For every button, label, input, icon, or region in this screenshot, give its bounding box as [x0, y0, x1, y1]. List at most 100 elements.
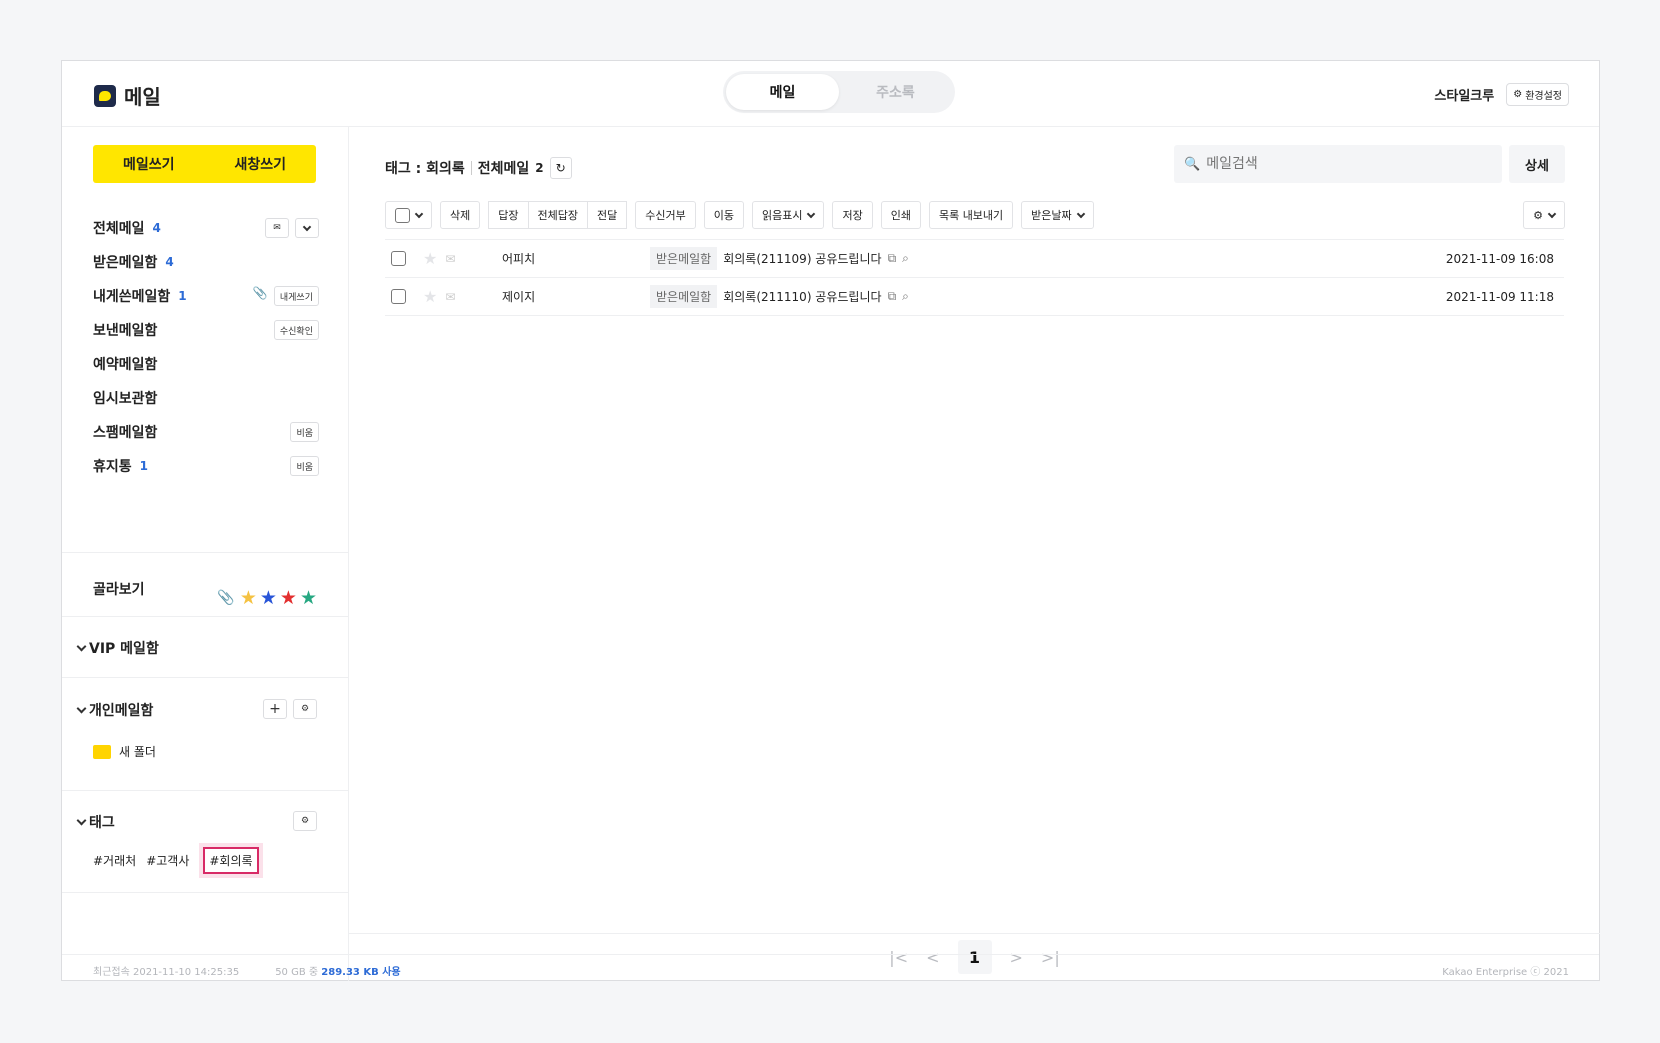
green-star-icon[interactable]: ★ — [300, 587, 317, 609]
breadcrumb-tag: 태그 : 회의록 — [385, 161, 465, 177]
folder-inbox[interactable]: 받은메일함 4 — [93, 245, 319, 279]
new-window-write-button[interactable]: 새창쓰기 — [205, 145, 317, 183]
mail-list: ★ ✉ 어피치 받은메일함 회의록(211109) 공유드립니다 ⧉ ⌕ 202… — [385, 239, 1564, 316]
folder-count: 1 — [178, 289, 187, 303]
vip-section-toggle[interactable]: VIP 메일함 — [76, 638, 159, 658]
yellow-star-icon[interactable]: ★ — [240, 587, 257, 609]
block-sender-button[interactable]: 수신거부 — [635, 201, 696, 229]
mail-row[interactable]: ★ ✉ 어피치 받은메일함 회의록(211109) 공유드립니다 ⧉ ⌕ 202… — [385, 240, 1564, 278]
folder-scheduled[interactable]: 예약메일함 — [93, 347, 319, 381]
search-icon[interactable]: ⌕ — [902, 289, 909, 304]
storage-used: 289.33 KB 사용 — [321, 967, 401, 978]
chevron-down-icon — [76, 641, 87, 651]
print-button[interactable]: 인쇄 — [880, 201, 921, 229]
move-button[interactable]: 이동 — [703, 201, 744, 229]
search-icon[interactable]: ⌕ — [902, 251, 909, 266]
detail-search-button[interactable]: 상세 — [1509, 145, 1565, 183]
last-login: 최근접속 2021-11-10 14:25:35 — [93, 967, 240, 978]
star-icon[interactable]: ★ — [423, 249, 437, 268]
mail-subject[interactable]: 회의록(211110) 공유드립니다 — [723, 288, 881, 305]
divider — [62, 677, 348, 678]
folder-label: 받은메일함 — [93, 255, 158, 271]
forward-button[interactable]: 전달 — [587, 201, 628, 229]
app-logo[interactable]: 메일 — [94, 81, 161, 110]
mail-date: 2021-11-09 16:08 — [1445, 251, 1554, 266]
compose-buttons: 메일쓰기 새창쓰기 — [93, 145, 316, 183]
blue-star-icon[interactable]: ★ — [260, 587, 277, 609]
folder-sent[interactable]: 보낸메일함 수신확인 — [93, 313, 319, 347]
personal-folder-item[interactable]: 새 폴더 — [93, 743, 156, 760]
folder-trash[interactable]: 휴지통 1 비움 — [93, 449, 319, 483]
tab-address-book[interactable]: 주소록 — [839, 74, 952, 110]
add-folder-button[interactable]: + — [263, 699, 287, 719]
gear-icon[interactable]: ⚙ — [293, 699, 317, 719]
reply-all-button[interactable]: 전체답장 — [528, 201, 588, 229]
refresh-icon[interactable]: ↻ — [549, 157, 572, 179]
tag-item[interactable]: #거래처 — [93, 852, 136, 869]
paperclip-icon[interactable]: 📎 — [253, 286, 268, 306]
folder-all-mail[interactable]: 전체메일 4 ✉ — [93, 211, 319, 245]
app-title: 메일 — [124, 85, 161, 109]
copy-icon[interactable]: ⧉ — [888, 251, 897, 266]
mail-toolbar: 삭제 답장 전체답장 전달 수신거부 이동 읽음표시 저장 인쇄 목록 내보내기… — [385, 201, 1094, 229]
select-all-dropdown[interactable] — [385, 201, 432, 229]
envelope-open-icon[interactable]: ✉ — [445, 252, 455, 266]
mail-date: 2021-11-09 11:18 — [1445, 289, 1554, 304]
divider — [62, 790, 348, 791]
chevron-down-icon — [414, 209, 424, 218]
breadcrumb-all: 전체메일 — [477, 161, 530, 177]
divider — [62, 552, 348, 553]
mark-read-dropdown[interactable]: 읽음표시 — [751, 201, 825, 229]
folder-count: 4 — [152, 221, 161, 235]
folder-label: 전체메일 — [93, 221, 145, 237]
empty-spam-button[interactable]: 비움 — [290, 422, 319, 442]
tag-section-toggle[interactable]: 태그 — [76, 812, 115, 832]
folder-drafts[interactable]: 임시보관함 — [93, 381, 319, 415]
folder-icon — [93, 744, 111, 759]
tag-item-selected[interactable]: #회의록 — [199, 843, 263, 878]
personal-section-title: 개인메일함 — [89, 703, 154, 719]
paperclip-icon[interactable]: 📎 — [217, 590, 234, 606]
folder-to-me[interactable]: 내게쓴메일함 1 📎 내게쓰기 — [93, 279, 319, 313]
select-all-checkbox[interactable] — [395, 207, 410, 223]
filter-title[interactable]: 골라보기 — [93, 579, 145, 599]
star-icon[interactable]: ★ — [423, 287, 437, 306]
tag-item[interactable]: #고객사 — [146, 852, 189, 869]
copy-icon[interactable]: ⧉ — [888, 289, 897, 304]
red-star-icon[interactable]: ★ — [280, 587, 297, 609]
folder-count: 4 — [165, 255, 174, 269]
user-name[interactable]: 스타일크루 — [1434, 85, 1494, 104]
write-mail-button[interactable]: 메일쓰기 — [93, 145, 205, 183]
read-receipt-button[interactable]: 수신확인 — [273, 320, 319, 340]
chevron-down-icon — [1076, 209, 1085, 218]
delete-button[interactable]: 삭제 — [440, 201, 481, 229]
mail-subject[interactable]: 회의록(211109) 공유드립니다 — [723, 250, 881, 267]
mail-checkbox[interactable] — [391, 251, 406, 266]
envelope-icon[interactable]: ✉ — [265, 218, 289, 238]
mail-sender[interactable]: 어피치 — [502, 250, 535, 267]
settings-button[interactable]: ⚙ 환경설정 — [1506, 83, 1569, 106]
write-to-me-button[interactable]: 내게쓰기 — [273, 286, 319, 306]
mail-row[interactable]: ★ ✉ 제이지 받은메일함 회의록(211110) 공유드립니다 ⧉ ⌕ 202… — [385, 278, 1564, 316]
empty-trash-button[interactable]: 비움 — [290, 456, 319, 476]
mail-checkbox[interactable] — [391, 289, 406, 304]
chevron-down-icon[interactable] — [295, 218, 319, 238]
mail-sender[interactable]: 제이지 — [502, 288, 535, 305]
personal-section-toggle[interactable]: 개인메일함 — [76, 700, 154, 720]
list-settings-dropdown[interactable]: ⚙ — [1523, 201, 1565, 229]
folder-label: 내게쓴메일함 — [93, 289, 171, 305]
storage-quota: 50 GB 중 — [275, 967, 319, 978]
filter-stars: 📎 ★ ★ ★ ★ — [217, 587, 317, 609]
gear-icon[interactable]: ⚙ — [293, 811, 317, 831]
sort-dropdown[interactable]: 받은날짜 — [1021, 201, 1094, 229]
tab-mail[interactable]: 메일 — [726, 74, 839, 110]
search-input[interactable] — [1206, 156, 1487, 172]
envelope-open-icon[interactable]: ✉ — [445, 290, 455, 304]
save-button[interactable]: 저장 — [832, 201, 873, 229]
chevron-down-icon — [76, 703, 87, 713]
reply-button[interactable]: 답장 — [488, 201, 529, 229]
export-list-button[interactable]: 목록 내보내기 — [928, 201, 1014, 229]
breadcrumb: 태그 : 회의록 전체메일 2 ↻ — [385, 157, 572, 179]
folder-spam[interactable]: 스팸메일함 비움 — [93, 415, 319, 449]
folder-label: 스팸메일함 — [93, 425, 158, 441]
